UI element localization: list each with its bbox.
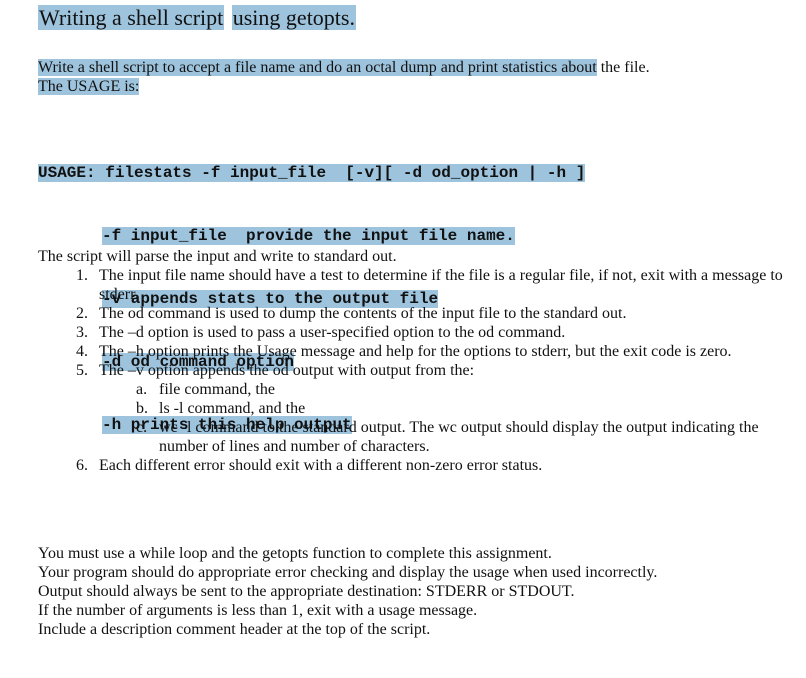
- closing-line: If the number of arguments is less than …: [38, 602, 478, 619]
- sub-list: a. file command, the b. ls -l command, and…: [99, 380, 799, 456]
- title-part-2: using getopts.: [231, 5, 356, 30]
- closing-line: Your program should do appropriate error…: [38, 564, 658, 581]
- title-part-1: Writing a shell script: [38, 5, 225, 30]
- closing-line: Output should always be sent to the appr…: [38, 583, 575, 600]
- usage-option-f: -f input_file provide the input file nam…: [102, 227, 515, 245]
- requirements-section: The script will parse the input and writ…: [38, 247, 799, 475]
- closing-paragraph: You must use a while loop and the getopt…: [38, 544, 657, 639]
- closing-line: You must use a while loop and the getopt…: [38, 545, 552, 562]
- intro-line-2: The USAGE is:: [38, 78, 140, 95]
- list-item: 4. The –h option prints the Usage message…: [76, 343, 732, 360]
- list-item: 3. The –d option is used to pass a user-s…: [76, 324, 566, 341]
- list-item: 5. The –v option appends the od output wi…: [38, 361, 799, 456]
- intro-line-1a: Write a shell script to accept a file na…: [38, 59, 597, 76]
- sub-list-item: a. file command, the: [136, 381, 275, 398]
- list-item: 6. Each different error should exit with …: [76, 457, 543, 474]
- intro-line-1b: the file.: [600, 59, 650, 76]
- list-item: 2. The od command is used to dump the con…: [76, 305, 627, 322]
- intro-paragraph: Write a shell script to accept a file na…: [38, 58, 650, 96]
- usage-line: USAGE: filestats -f input_file [-v][ -d …: [38, 164, 586, 182]
- requirements-intro: The script will parse the input and writ…: [38, 248, 397, 265]
- closing-line: Include a description comment header at …: [38, 621, 431, 638]
- document-title: Writing a shell script using getopts.: [38, 4, 356, 32]
- list-item: 1. The input file name should have a test…: [76, 267, 783, 303]
- sub-list-item: c. wc -l command to the standard output. …: [136, 419, 759, 455]
- requirements-list: 1. The input file name should have a test…: [38, 266, 799, 475]
- sub-list-item: b. ls -l command, and the: [136, 400, 306, 417]
